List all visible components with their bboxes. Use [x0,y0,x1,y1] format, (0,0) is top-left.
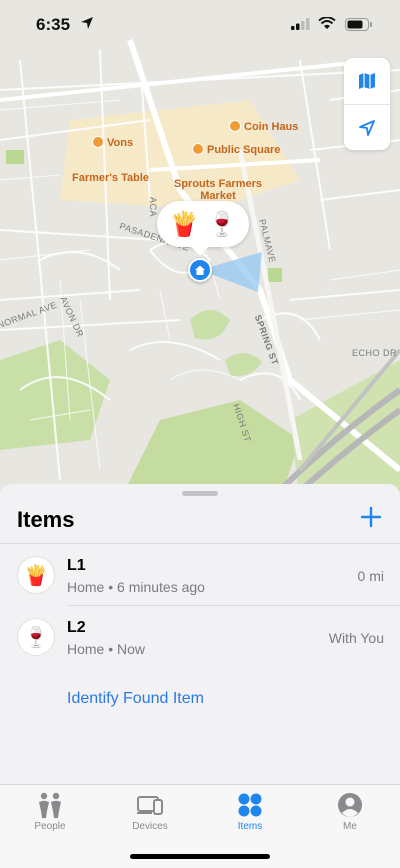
page-title: Items [17,507,75,532]
items-sheet: Items 🍟 L1 Home • 6 minutes ago 0 mi 🍷 L… [0,484,400,784]
tab-label: Items [237,821,263,832]
poi-vons[interactable]: Vons [92,136,133,149]
status-bar: 6:35 [0,0,400,50]
home-icon [195,265,205,275]
me-icon [338,793,362,817]
item-subtitle: Home • 6 minutes ago [67,579,205,595]
map-view[interactable]: Vons Coin Haus Public Square Farmer's Ta… [0,0,400,500]
street-label: ACA [148,196,159,218]
wifi-icon [318,17,336,29]
items-icon [238,793,262,817]
poi-sprouts[interactable]: Sprouts Farmers Market [173,178,263,202]
home-pin[interactable] [188,258,212,282]
street-label: ECHO DR [352,348,398,358]
battery-icon [345,18,372,31]
list-item[interactable]: 🍷 L2 Home • Now With You [0,606,400,668]
fries-emoji: 🍟 [169,210,199,238]
poi-icon [92,136,104,148]
item-avatar: 🍟 [17,556,55,594]
tab-items[interactable]: Items [200,785,300,845]
cellular-signal-icon [291,18,310,30]
item-name: L1 [67,557,86,574]
tab-devices[interactable]: Devices [100,785,200,845]
items-cluster-bubble[interactable]: 🍟 🍷 [157,201,249,256]
tab-label: Me [343,821,357,832]
current-location-button[interactable] [344,104,390,150]
item-distance: 0 mi [357,568,384,584]
tab-label: People [34,821,66,832]
map-controls [344,58,390,150]
map-mode-button[interactable] [344,58,390,104]
poi-icon [192,143,204,155]
poi-public-square[interactable]: Public Square [192,143,280,156]
item-distance: With You [328,630,384,646]
identify-found-item-link[interactable]: Identify Found Item [67,690,204,708]
list-item[interactable]: 🍟 L1 Home • 6 minutes ago 0 mi [0,544,400,606]
location-services-icon [81,17,93,29]
people-icon [39,792,61,818]
home-indicator [130,854,270,859]
item-subtitle: Home • Now [67,641,146,657]
poi-farmers-table[interactable]: Farmer's Table [72,172,149,184]
wine-emoji: 🍷 [207,210,237,238]
tab-label: Devices [132,821,168,832]
status-time: 6:35 [36,15,71,34]
sheet-grabber[interactable] [182,491,218,496]
plus-icon [360,506,382,528]
poi-icon [229,120,241,132]
tab-me[interactable]: Me [300,785,400,845]
tab-people[interactable]: People [0,785,100,845]
add-item-button[interactable] [356,502,386,532]
item-name: L2 [67,619,86,636]
item-avatar: 🍷 [17,618,55,656]
map-icon [359,73,375,89]
poi-coin-haus[interactable]: Coin Haus [229,120,298,133]
devices-icon [137,796,163,815]
location-arrow-icon [359,119,375,136]
